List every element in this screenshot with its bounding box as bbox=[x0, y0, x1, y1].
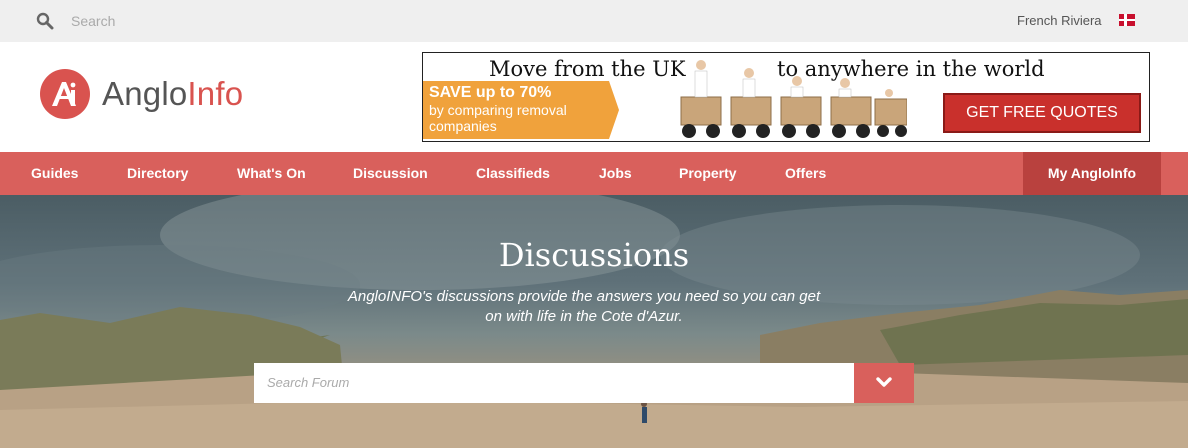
banner-save-title: SAVE up to 70% bbox=[429, 84, 552, 101]
nav-item-discussion[interactable]: Discussion bbox=[353, 152, 428, 195]
page-title: Discussions bbox=[498, 236, 690, 274]
moving-boxes-illustration bbox=[680, 60, 907, 138]
ad-banner[interactable]: Move from the UK to anywhere in the worl… bbox=[422, 52, 1150, 142]
get-free-quotes-button[interactable]: GET FREE QUOTES bbox=[943, 93, 1141, 133]
region-selector[interactable]: French Riviera bbox=[1017, 13, 1102, 28]
forum-search-placeholder: Search Forum bbox=[267, 375, 350, 390]
top-search-input[interactable]: Search bbox=[71, 13, 115, 29]
page-subtitle: AngloINFO's discussions provide the answ… bbox=[347, 288, 821, 325]
nav-item-directory[interactable]: Directory bbox=[127, 152, 188, 195]
forum-search-input[interactable]: Search Forum bbox=[254, 363, 854, 403]
forum-search-dropdown-button[interactable] bbox=[854, 363, 914, 403]
logo-text: AngloInfo bbox=[102, 75, 244, 112]
chevron-down-icon bbox=[876, 377, 892, 387]
my-angloinfo-button[interactable]: My AngloInfo bbox=[1023, 152, 1161, 195]
site-header: AngloInfo Move from the UK to anywhere i… bbox=[0, 42, 1188, 152]
banner-save-tag: SAVE up to 70% by comparing removal comp… bbox=[423, 81, 619, 139]
logo-mark-icon bbox=[40, 69, 90, 119]
nav-item-whats-on[interactable]: What's On bbox=[237, 152, 306, 195]
nav-item-property[interactable]: Property bbox=[679, 152, 737, 195]
nav-item-classifieds[interactable]: Classifieds bbox=[476, 152, 550, 195]
banner-save-subtitle: by comparing removal companies bbox=[429, 102, 567, 134]
banner-headline-left: Move from the UK bbox=[489, 57, 686, 81]
nav-item-jobs[interactable]: Jobs bbox=[599, 152, 632, 195]
top-bar: Search French Riviera bbox=[0, 0, 1188, 42]
nav-item-offers[interactable]: Offers bbox=[785, 152, 826, 195]
main-nav: Guides Directory What's On Discussion Cl… bbox=[0, 152, 1188, 195]
nav-item-guides[interactable]: Guides bbox=[31, 152, 78, 195]
hero-section: Discussions AngloINFO's discussions prov… bbox=[0, 195, 1188, 448]
search-icon[interactable] bbox=[36, 12, 54, 30]
denmark-flag-icon[interactable] bbox=[1119, 14, 1135, 26]
